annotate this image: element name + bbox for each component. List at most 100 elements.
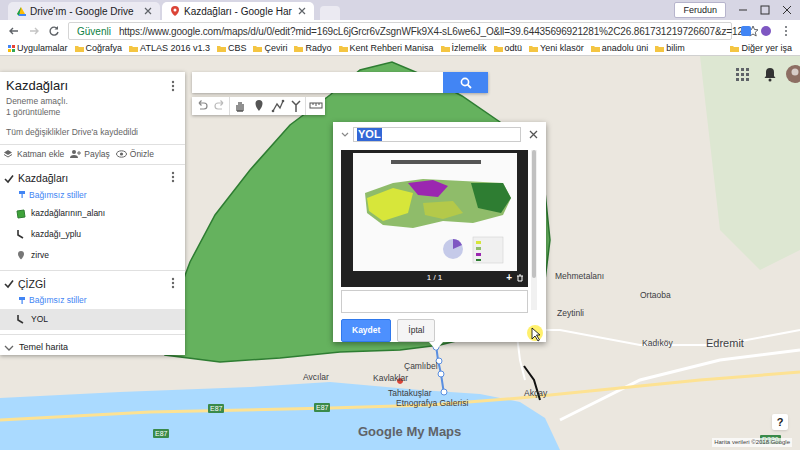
bookmark-label[interactable]: Radyo (305, 42, 331, 56)
scrollbar-thumb[interactable] (532, 150, 536, 278)
minimize-icon[interactable] (738, 5, 748, 15)
panel-action-button[interactable]: Paylaş (70, 148, 110, 161)
tool-button[interactable] (268, 97, 287, 115)
bookmark[interactable]: bilim (655, 42, 685, 56)
action-label[interactable]: Önizle (130, 148, 154, 161)
bookmark[interactable]: Coğrafya (75, 42, 123, 56)
feature-row[interactable]: kazdağlarının_alanı (0, 203, 185, 224)
tool-button[interactable] (230, 97, 249, 115)
tab-label[interactable]: Drive'ım - Google Drive (30, 4, 140, 19)
bookmark[interactable]: İzlemelik (441, 42, 487, 56)
bookmark-label[interactable]: Uygulamalar (17, 42, 68, 56)
more-icon[interactable] (171, 80, 175, 92)
close-icon[interactable] (298, 7, 306, 15)
panel-action-button[interactable]: Önizle (116, 148, 154, 161)
search-button[interactable] (443, 72, 488, 93)
forward-icon[interactable] (28, 25, 40, 37)
bookmark[interactable]: Diğer yer işa (730, 42, 792, 56)
address-bar[interactable]: Güvenlihttps://www.google.com/maps/d/u/0… (68, 22, 732, 40)
style-link[interactable]: Bağımsız stiller (0, 292, 185, 309)
more-icon[interactable] (171, 171, 175, 183)
bookmark[interactable]: CBS (217, 42, 247, 56)
menu-icon[interactable] (780, 25, 792, 37)
tool-button[interactable] (287, 97, 306, 115)
dialog-buttons: Kaydet İptal (341, 319, 538, 342)
style-link[interactable]: Bağımsız stiller (0, 187, 185, 204)
tool-button[interactable] (192, 97, 211, 115)
bookmark[interactable]: Radyo (294, 42, 331, 56)
feature-row[interactable]: zirve (0, 245, 185, 266)
panel-action-button[interactable]: Katman ekle (3, 148, 64, 161)
bookmark-label[interactable]: İzlemelik (452, 42, 487, 56)
bookmark-label[interactable]: ATLAS 2016 v1.3 (140, 42, 210, 56)
description-input[interactable] (341, 290, 528, 313)
profile-button[interactable]: Ferudun (674, 2, 726, 18)
title-text[interactable]: YOL (357, 128, 382, 141)
bookmark[interactable]: ATLAS 2016 v1.3 (129, 42, 210, 56)
feature-label[interactable]: kazdağlarının_alanı (31, 207, 105, 220)
collapse-icon[interactable] (341, 131, 349, 138)
feature-label[interactable]: zirve (31, 249, 49, 262)
more-icon[interactable] (171, 277, 175, 289)
maximize-icon[interactable] (760, 5, 770, 15)
browser-tab[interactable]: Kazdağları - Google Har (162, 2, 314, 20)
extension-icon[interactable] (760, 25, 772, 37)
feature-label[interactable]: kazdağı_yplu (31, 228, 81, 241)
url-text[interactable]: https://www.google.com/maps/d/u/0/edit?m… (119, 24, 743, 39)
feature-label[interactable]: YOL (31, 313, 48, 326)
map-title[interactable]: Kazdağları (6, 78, 179, 94)
action-label[interactable]: Katman ekle (17, 148, 64, 161)
map-canvas[interactable]: MehmetalanıOrtaobaZeytinliKadıköyEdremit… (0, 56, 800, 450)
bookmark-label[interactable]: Diğer yer işa (741, 42, 792, 56)
trash-icon[interactable] (516, 274, 524, 282)
bookmark-label[interactable]: Çeviri (264, 42, 287, 56)
layer-name[interactable]: Kazdağları (18, 171, 68, 187)
close-icon[interactable] (144, 7, 152, 15)
search-input[interactable] (192, 72, 443, 93)
extension-icon[interactable] (740, 25, 752, 37)
close-icon[interactable] (782, 5, 792, 15)
style-label[interactable]: Bağımsız stiller (29, 294, 87, 307)
browser-tab[interactable]: Drive'ım - Google Drive (8, 2, 160, 20)
back-icon[interactable] (8, 25, 20, 37)
feature-row[interactable]: kazdağı_yplu (0, 224, 185, 245)
bookmark-label[interactable]: bilim (666, 42, 685, 56)
bookmark-label[interactable]: Coğrafya (86, 42, 123, 56)
base-map-label[interactable]: Temel harita (19, 341, 68, 355)
bookmark[interactable]: Yeni klasör (529, 42, 584, 56)
save-button[interactable]: Kaydet (341, 319, 391, 342)
reload-icon[interactable] (48, 25, 60, 37)
layer-checkbox[interactable] (4, 174, 14, 184)
new-tab-button[interactable] (320, 6, 340, 20)
avatar-icon[interactable] (786, 65, 800, 83)
bookmark[interactable]: Çeviri (253, 42, 287, 56)
scrollbar[interactable] (531, 150, 537, 310)
close-icon[interactable] (529, 130, 538, 139)
tool-button[interactable] (306, 97, 325, 115)
help-button[interactable]: ? (772, 414, 788, 430)
bookmark-label[interactable]: Yeni klasör (540, 42, 584, 56)
bookmark-label[interactable]: odtü (505, 42, 523, 56)
title-input[interactable]: YOL (353, 127, 521, 142)
notifications-icon[interactable] (763, 67, 777, 82)
bookmark-label[interactable]: anadolu üni (602, 42, 649, 56)
bookmark[interactable]: Uygulamalar (8, 42, 68, 56)
base-map-row[interactable]: Temel harita (0, 335, 185, 355)
bookmark[interactable]: odtü (494, 42, 523, 56)
layer-checkbox[interactable] (4, 279, 14, 289)
cancel-button[interactable]: İptal (397, 319, 435, 342)
bookmark-label[interactable]: Kent Rehberi Manisa (350, 42, 434, 56)
map-description[interactable]: Deneme amaçlı. (6, 96, 179, 107)
tool-button[interactable] (211, 97, 230, 115)
apps-grid-icon[interactable] (736, 68, 749, 81)
add-image-button[interactable]: + (506, 273, 512, 283)
tool-button[interactable] (249, 97, 268, 115)
bookmark[interactable]: anadolu üni (591, 42, 649, 56)
feature-row[interactable]: YOL (0, 309, 185, 330)
bookmark-label[interactable]: CBS (228, 42, 247, 56)
layer-name[interactable]: ÇİZGİ (18, 277, 46, 293)
action-label[interactable]: Paylaş (84, 148, 110, 161)
bookmark[interactable]: Kent Rehberi Manisa (339, 42, 434, 56)
style-label[interactable]: Bağımsız stiller (29, 189, 87, 202)
tab-label[interactable]: Kazdağları - Google Har (184, 4, 294, 19)
